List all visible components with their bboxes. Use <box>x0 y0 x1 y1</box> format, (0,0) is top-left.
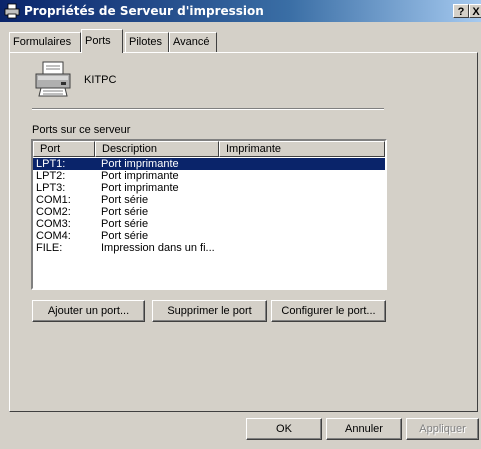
description-cell: Port imprimante <box>101 158 179 170</box>
port-cell: COM1: <box>36 194 71 206</box>
description-cell: Impression dans un fi... <box>101 242 215 254</box>
table-row[interactable]: LPT2: Port imprimante <box>33 170 385 182</box>
printer-icon <box>35 61 71 97</box>
description-cell: Port série <box>101 230 149 242</box>
column-header-printer[interactable]: Imprimante <box>219 141 385 157</box>
delete-port-button[interactable]: Supprimer le port <box>152 300 267 322</box>
apply-button[interactable]: Appliquer <box>406 418 479 440</box>
description-cell: Port imprimante <box>101 182 179 194</box>
add-port-button[interactable]: Ajouter un port... <box>32 300 145 322</box>
column-header-port[interactable]: Port <box>33 141 95 157</box>
description-cell: Port série <box>101 218 149 230</box>
port-cell: COM3: <box>36 218 71 230</box>
close-button[interactable]: X <box>469 4 481 18</box>
server-name: KITPC <box>84 74 117 86</box>
tab-avance[interactable]: Avancé <box>169 32 217 52</box>
ports-list[interactable]: Port Description Imprimante LPT1: Port im… <box>31 139 387 290</box>
window-title: Propriétés de Serveur d'impression <box>24 4 264 18</box>
description-cell: Port série <box>101 206 149 218</box>
ports-label: Ports sur ce serveur <box>32 124 131 136</box>
port-cell: COM2: <box>36 206 71 218</box>
table-row[interactable]: FILE: Impression dans un fi... <box>33 242 385 254</box>
table-row[interactable]: COM4: Port série <box>33 230 385 242</box>
separator <box>32 108 384 110</box>
ok-button[interactable]: OK <box>246 418 322 440</box>
table-row[interactable]: LPT1: Port imprimante <box>33 158 385 170</box>
tab-pilotes[interactable]: Pilotes <box>125 32 169 52</box>
table-row[interactable]: COM1: Port série <box>33 194 385 206</box>
title-bar[interactable]: Propriétés de Serveur d'impression ? X <box>0 0 481 22</box>
description-cell: Port série <box>101 194 149 206</box>
port-cell: FILE: <box>36 242 63 254</box>
cancel-button[interactable]: Annuler <box>326 418 402 440</box>
column-header-description[interactable]: Description <box>95 141 219 157</box>
table-row[interactable]: LPT3: Port imprimante <box>33 182 385 194</box>
port-cell: COM4: <box>36 230 71 242</box>
help-button[interactable]: ? <box>453 4 469 18</box>
port-cell: LPT2: <box>36 170 66 182</box>
printer-icon <box>4 3 20 19</box>
table-row[interactable]: COM2: Port série <box>33 206 385 218</box>
port-cell: LPT3: <box>36 182 66 194</box>
table-row[interactable]: COM3: Port série <box>33 218 385 230</box>
description-cell: Port imprimante <box>101 170 179 182</box>
list-header: Port Description Imprimante <box>33 141 385 157</box>
tab-ports[interactable]: Ports <box>81 29 123 53</box>
tab-formulaires[interactable]: Formulaires <box>9 32 81 52</box>
port-cell: LPT1: <box>36 158 66 170</box>
configure-port-button[interactable]: Configurer le port... <box>271 300 386 322</box>
